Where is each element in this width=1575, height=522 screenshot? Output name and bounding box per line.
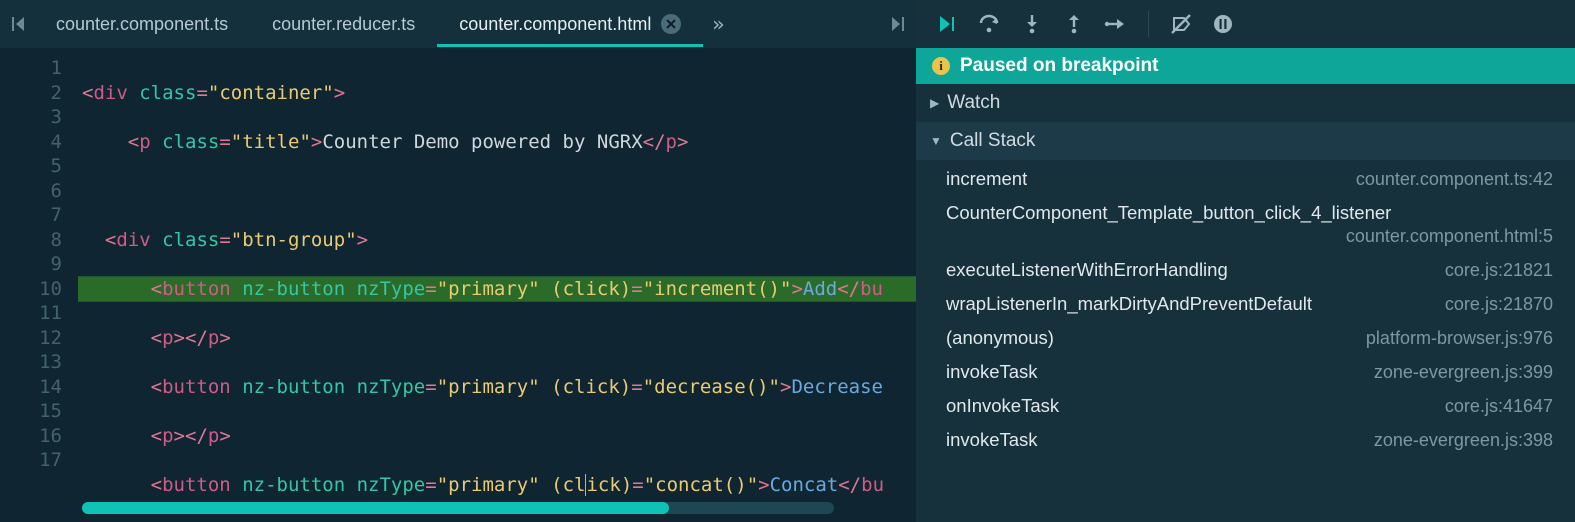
debugger-pane: i Paused on breakpoint ▶ Watch ▼ Call St… [916,0,1575,522]
stack-loc: zone-evergreen.js:398 [1374,430,1553,451]
callstack-label: Call Stack [950,130,1036,152]
tab-overflow-button[interactable]: » [703,9,733,39]
tab-label: counter.reducer.ts [272,14,415,35]
tab-counter-component-ts[interactable]: counter.component.ts [34,2,250,47]
step-button[interactable] [1102,10,1130,38]
callstack-row[interactable]: invokeTask zone-evergreen.js:399 [916,355,1575,389]
callstack-row[interactable]: onInvokeTask core.js:41647 [916,389,1575,423]
watch-label: Watch [947,92,1000,114]
callstack-row[interactable]: increment counter.component.ts:42 [916,162,1575,196]
resume-button[interactable] [934,10,962,38]
tab-counter-reducer-ts[interactable]: counter.reducer.ts [250,2,437,47]
callstack-row[interactable]: (anonymous) platform-browser.js:976 [916,321,1575,355]
step-over-button[interactable] [976,10,1004,38]
stack-fn: (anonymous) [946,327,1054,349]
callstack-row[interactable]: CounterComponent_Template_button_click_4… [916,196,1575,253]
stack-loc: counter.component.html:5 [1346,226,1553,247]
step-into-button[interactable] [1018,10,1046,38]
chevron-down-icon: ▼ [930,134,942,148]
pause-on-exceptions-button[interactable] [1209,10,1237,38]
debug-toolbar [916,0,1575,48]
line-number-gutter: 1234567891011121314151617 [0,56,78,498]
watch-section-header[interactable]: ▶ Watch [916,84,1575,122]
code-editor[interactable]: 1234567891011121314151617 <div class="co… [0,48,916,498]
pause-banner-text: Paused on breakpoint [960,55,1158,77]
callstack-row[interactable]: wrapListenerIn_markDirtyAndPreventDefaul… [916,287,1575,321]
callstack-section-header[interactable]: ▼ Call Stack [916,122,1575,160]
stack-fn: invokeTask [946,361,1038,383]
info-icon: i [932,57,950,75]
stack-fn: invokeTask [946,429,1038,451]
callstack-row[interactable]: executeListenerWithErrorHandling core.js… [916,253,1575,287]
stack-fn: executeListenerWithErrorHandling [946,259,1228,281]
editor-pane: counter.component.ts counter.reducer.ts … [0,0,916,522]
stack-fn: CounterComponent_Template_button_click_4… [946,202,1391,224]
callstack-row[interactable]: invokeTask zone-evergreen.js:398 [916,423,1575,457]
stack-loc: core.js:21821 [1445,260,1553,281]
tab-nav-next-button[interactable] [882,9,912,39]
stack-fn: onInvokeTask [946,395,1059,417]
stack-fn: increment [946,168,1027,190]
tab-label: counter.component.ts [56,14,228,35]
tab-label: counter.component.html [459,14,651,35]
stack-loc: core.js:41647 [1445,396,1553,417]
tab-bar: counter.component.ts counter.reducer.ts … [0,0,916,48]
deactivate-breakpoints-button[interactable] [1167,10,1195,38]
stack-fn: wrapListenerIn_markDirtyAndPreventDefaul… [946,293,1312,315]
horizontal-scrollbar[interactable] [82,502,834,514]
stack-loc: platform-browser.js:976 [1366,328,1553,349]
tab-close-button[interactable] [661,14,681,34]
tab-nav-prev-button[interactable] [4,9,34,39]
callstack-list: increment counter.component.ts:42 Counte… [916,160,1575,459]
tab-counter-component-html[interactable]: counter.component.html [437,2,703,47]
chevron-right-icon: ▶ [930,96,939,110]
stack-loc: counter.component.ts:42 [1356,169,1553,190]
code-content: <div class="container"> <p class="title"… [78,56,916,498]
stack-loc: zone-evergreen.js:399 [1374,362,1553,383]
horizontal-scrollbar-thumb[interactable] [82,502,669,514]
toolbar-separator [1148,11,1149,37]
stack-loc: core.js:21870 [1445,294,1553,315]
pause-banner: i Paused on breakpoint [916,48,1575,84]
step-out-button[interactable] [1060,10,1088,38]
